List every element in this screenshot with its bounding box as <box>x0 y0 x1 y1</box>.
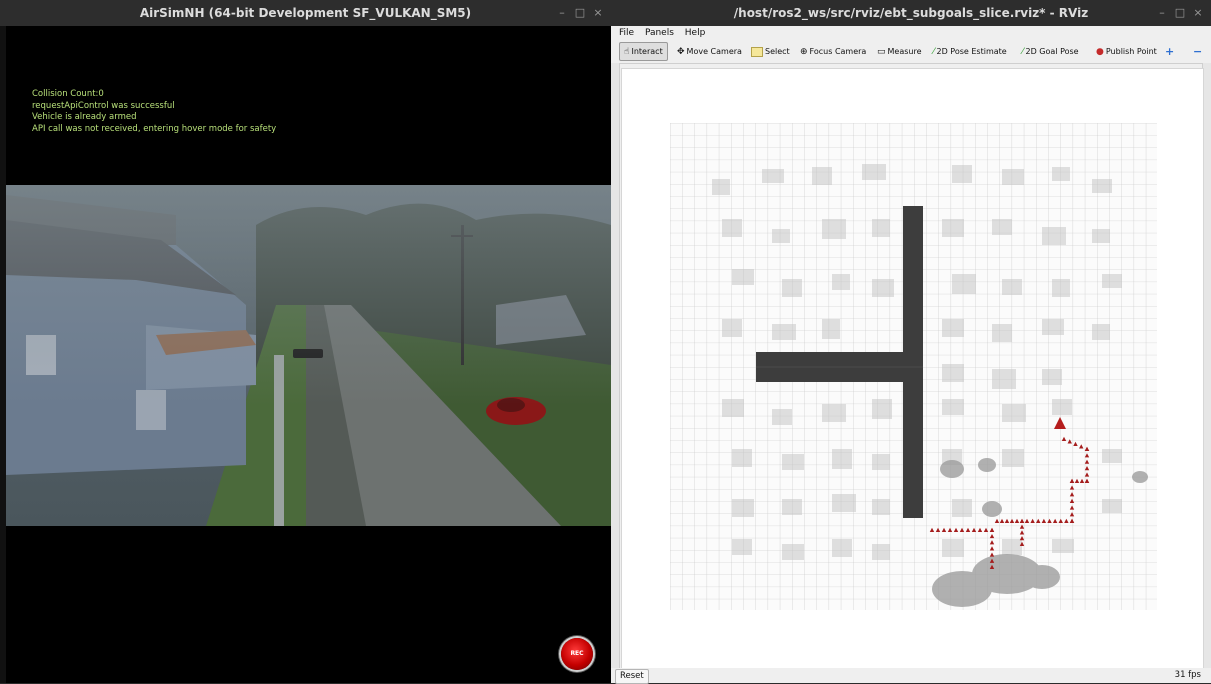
move-camera-icon: ✥ <box>677 47 685 57</box>
maximize-icon[interactable]: □ <box>1171 0 1189 26</box>
api-control-text: requestApiControl was successful <box>32 100 175 111</box>
menu-panels[interactable]: Panels <box>645 28 674 38</box>
tool-focus-camera-label: Focus Camera <box>809 47 867 56</box>
map-pin-icon: ● <box>1096 47 1104 57</box>
occupancy-map <box>670 123 1157 610</box>
drone-camera-view[interactable] <box>6 185 611 526</box>
tool-2d-goal-pose[interactable]: ⁄ 2D Goal Pose <box>1018 43 1083 60</box>
pose-estimate-icon: ⁄ <box>933 47 935 57</box>
menu-file[interactable]: File <box>619 28 634 38</box>
tool-measure-label: Measure <box>887 47 922 56</box>
goal-pose-icon: ⁄ <box>1022 47 1024 57</box>
tool-2d-goal-pose-label: 2D Goal Pose <box>1025 47 1079 56</box>
tool-publish-point-label: Publish Point <box>1105 47 1157 56</box>
close-icon[interactable]: × <box>589 0 607 26</box>
tool-interact-label: Interact <box>631 47 663 56</box>
airsim-title: AirSimNH (64-bit Development SF_VULKAN_S… <box>0 0 611 26</box>
ruler-icon: ▭ <box>877 47 886 57</box>
hand-icon: ☝ <box>624 47 630 57</box>
maximize-icon[interactable]: □ <box>571 0 589 26</box>
fps-readout: 31 fps <box>1174 670 1201 680</box>
menu-help[interactable]: Help <box>685 28 706 38</box>
tool-2d-pose-estimate-label: 2D Pose Estimate <box>936 47 1007 56</box>
minimize-icon[interactable]: – <box>553 0 571 26</box>
focus-camera-icon: ⊕ <box>800 47 808 57</box>
rviz-window: /host/ros2_ws/src/rviz/ebt_subgoals_slic… <box>611 0 1211 684</box>
collision-count-text: Collision Count:0 <box>32 89 104 99</box>
hover-mode-text: API call was not received, entering hove… <box>32 123 277 134</box>
status-bar: Reset 31 fps <box>611 668 1211 684</box>
record-button[interactable]: REC <box>561 638 593 670</box>
tool-move-camera-label: Move Camera <box>686 47 742 56</box>
airsim-window-controls[interactable]: – □ × <box>553 0 607 26</box>
close-icon[interactable]: × <box>1189 0 1207 26</box>
minimize-icon[interactable]: – <box>1153 0 1171 26</box>
rviz-title: /host/ros2_ws/src/rviz/ebt_subgoals_slic… <box>611 0 1211 26</box>
tool-2d-pose-estimate[interactable]: ⁄ 2D Pose Estimate <box>929 43 1011 60</box>
remove-tool-button[interactable]: − <box>1189 43 1206 60</box>
tool-measure[interactable]: ▭ Measure <box>873 43 926 60</box>
select-icon <box>751 46 763 57</box>
scene-image <box>6 185 611 526</box>
left-panel-splitter[interactable] <box>611 63 620 668</box>
tool-publish-point[interactable]: ● Publish Point <box>1092 43 1161 60</box>
tool-move-camera[interactable]: ✥ Move Camera <box>673 43 746 60</box>
tool-select[interactable]: Select <box>747 43 794 60</box>
status-overlay: Collision Count:0 requestApiControl was … <box>32 89 276 135</box>
3d-viewport[interactable] <box>621 68 1204 670</box>
rviz-window-controls[interactable]: – □ × <box>1153 0 1207 26</box>
tool-interact[interactable]: ☝ Interact <box>619 42 668 61</box>
add-tool-button[interactable]: + <box>1161 43 1178 60</box>
armed-text: Vehicle is already armed <box>32 112 137 122</box>
tool-bar: ☝ Interact ✥ Move Camera Select ⊕ Focus Cam… <box>611 41 1211 64</box>
tool-select-label: Select <box>765 47 790 56</box>
menu-bar: File Panels Help <box>611 26 1211 41</box>
airsim-window: AirSimNH (64-bit Development SF_VULKAN_S… <box>0 0 611 683</box>
tool-focus-camera[interactable]: ⊕ Focus Camera <box>796 43 870 60</box>
reset-button[interactable]: Reset <box>615 669 649 684</box>
